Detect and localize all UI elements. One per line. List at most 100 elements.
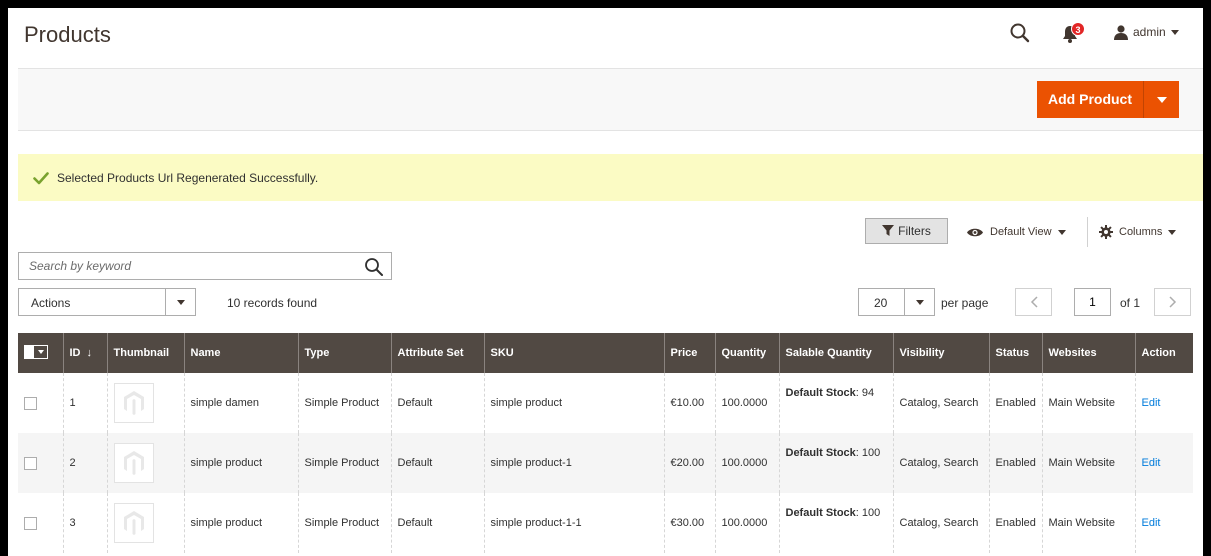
cell-quantity: 100.0000 [714,433,779,493]
view-label: Default View [990,226,1052,238]
row-checkbox[interactable] [24,516,37,530]
column-header-name[interactable]: Name [183,333,298,373]
add-product-split-button: Add Product [1037,81,1179,118]
sort-down-icon: ↓ [86,347,93,359]
eye-icon [967,228,983,236]
magento-logo-icon [123,451,144,475]
mass-select-header[interactable] [18,333,63,373]
success-message: Selected Products Url Regenerated Succes… [18,154,1203,201]
filters-button[interactable]: Filters [865,218,948,244]
view-selector[interactable]: Default View [966,221,1066,243]
mass-actions-dropdown[interactable]: Actions [18,288,196,316]
cell-websites: Main Website [1041,493,1135,553]
cell-quantity: 100.0000 [714,373,779,433]
column-header-attribute-set[interactable]: Attribute Set [390,333,484,373]
cell-status: Enabled [988,493,1042,553]
per-page-label: per page [941,296,989,310]
edit-link[interactable]: Edit [1142,457,1161,469]
column-header-visibility[interactable]: Visibility [892,333,989,373]
cell-type: Simple Product [297,433,391,493]
product-thumbnail[interactable] [113,383,154,423]
row-checkbox[interactable] [24,396,37,410]
chevron-down-icon [904,289,935,315]
edit-link[interactable]: Edit [1142,397,1161,409]
cell-sku: simple product-1 [483,433,664,493]
page-number-input[interactable] [1074,288,1111,316]
check-icon [33,171,49,184]
cell-sku: simple product [483,373,664,433]
column-header-status[interactable]: Status [988,333,1042,373]
cell-websites: Main Website [1041,373,1135,433]
previous-page-button[interactable] [1015,288,1052,316]
grid-header-row: ID ↓ Thumbnail Name Type Attribute Set SK… [18,333,1193,373]
cell-salable-quantity: Default Stock: 94 [778,373,893,433]
column-header-websites[interactable]: Websites [1041,333,1135,373]
chevron-down-icon [1057,229,1066,235]
cell-status: Enabled [988,373,1042,433]
page-actions-bar [18,68,1203,131]
cell-websites: Main Website [1041,433,1135,493]
column-header-quantity[interactable]: Quantity [714,333,779,373]
next-page-button[interactable] [1154,288,1191,316]
columns-label: Columns [1119,226,1163,238]
row-checkbox[interactable] [24,456,37,470]
cell-salable-quantity: Default Stock: 100 [778,493,893,553]
notifications-button[interactable]: 3 [1062,22,1088,44]
edit-link[interactable]: Edit [1142,517,1161,529]
per-page-select[interactable]: 20 [858,288,935,316]
chevron-right-icon [1168,296,1176,308]
product-thumbnail[interactable] [113,443,154,483]
chevron-left-icon [1030,296,1038,308]
search-input[interactable] [19,253,349,279]
chevron-down-icon [165,289,196,315]
search-icon[interactable] [364,257,384,277]
funnel-icon [882,225,895,236]
cell-quantity: 100.0000 [714,493,779,553]
column-header-thumbnail: Thumbnail [106,333,184,373]
chevron-down-icon [1170,29,1179,35]
cell-name: simple damen [183,373,298,433]
cell-name: simple product [183,493,298,553]
cell-visibility: Catalog, Search [892,373,989,433]
actions-label: Actions [31,296,71,310]
cell-price: €10.00 [663,373,715,433]
cell-type: Simple Product [297,493,391,553]
cell-id: 2 [62,433,107,493]
notification-count-badge: 3 [1071,22,1085,36]
cell-sku: simple product-1-1 [483,493,664,553]
cell-visibility: Catalog, Search [892,433,989,493]
filters-label: Filters [898,224,931,238]
column-header-action: Action [1134,333,1193,373]
cell-price: €30.00 [663,493,715,553]
column-header-type[interactable]: Type [297,333,391,373]
column-header-id[interactable]: ID ↓ [62,333,107,373]
cell-id: 1 [62,373,107,433]
magento-logo-icon [123,511,144,535]
table-row: 3 simple product Simple Product Default … [18,493,1193,553]
magento-logo-icon [123,391,144,415]
total-pages: of 1 [1120,296,1141,310]
cell-attribute-set: Default [390,433,484,493]
products-grid: ID ↓ Thumbnail Name Type Attribute Set SK… [18,333,1193,553]
mass-select-checkbox[interactable] [24,345,48,359]
add-product-button[interactable]: Add Product [1037,81,1143,118]
page-title: Products [24,22,111,47]
column-header-price[interactable]: Price [663,333,715,373]
product-thumbnail[interactable] [113,503,154,543]
columns-selector[interactable]: Columns [1099,221,1177,243]
toolbar-divider [1087,217,1088,247]
cell-id: 3 [62,493,107,553]
admin-page: Products 3 admin Add Product Selected Pr… [8,8,1203,556]
message-text: Selected Products Url Regenerated Succes… [57,170,319,185]
column-header-sku[interactable]: SKU [483,333,664,373]
user-menu[interactable]: admin [1114,21,1179,43]
table-row: 1 simple damen Simple Product Default si… [18,373,1193,433]
gear-icon [1099,225,1113,239]
search-icon[interactable] [1009,22,1031,44]
cell-status: Enabled [988,433,1042,493]
cell-name: simple product [183,433,298,493]
page-header: Products 3 admin [8,8,1203,68]
add-product-options-toggle[interactable] [1144,81,1179,118]
per-page-value: 20 [874,296,888,310]
cell-salable-quantity: Default Stock: 100 [778,433,893,493]
